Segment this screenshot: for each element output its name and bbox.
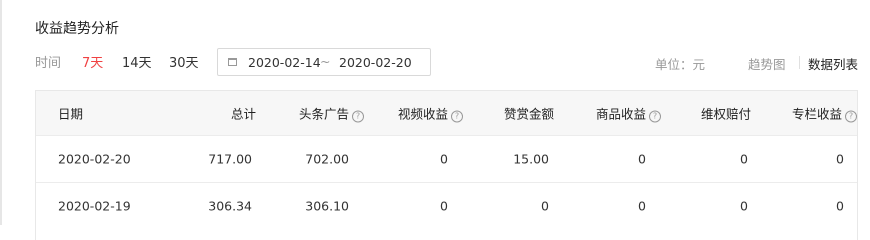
table-row: 2020-02-19 306.34 306.10 0 0 0 0 0 — [36, 182, 857, 229]
cell-date: 2020-02-19 — [58, 198, 131, 214]
help-icon[interactable]: ? — [649, 110, 661, 123]
cell-toutiao-ads: 306.10 — [305, 198, 349, 214]
range-7-days-button[interactable]: 7天 — [82, 52, 103, 71]
cell-tips: 0 — [541, 198, 549, 214]
cell-total: 306.34 — [208, 198, 252, 214]
col-toutiao-ads-label: 头条广告 — [298, 106, 349, 122]
col-goods: 商品收益? — [596, 104, 661, 123]
cell-rights: 0 — [740, 198, 748, 214]
cell-tips: 15.00 — [513, 151, 549, 167]
help-icon[interactable]: ? — [845, 110, 857, 123]
cell-column: 0 — [836, 151, 844, 167]
section-title: 收益趋势分析 — [35, 21, 119, 37]
col-column-label: 专栏收益 — [791, 106, 842, 122]
table-row: 2020-02-20 717.00 702.00 0 15.00 0 0 0 — [36, 135, 857, 182]
range-14-days-button[interactable]: 14天 — [122, 52, 152, 71]
cell-total: 717.00 — [208, 151, 252, 167]
col-column: 专栏收益? — [792, 104, 857, 123]
data-list-tab[interactable]: 数据列表 — [808, 54, 858, 73]
col-toutiao-ads: 头条广告? — [299, 104, 364, 123]
date-range-picker[interactable]: 2020-02-14 ~ 2020-02-20 — [217, 48, 431, 76]
col-video: 视频收益? — [398, 104, 463, 123]
trend-chart-tab[interactable]: 趋势图 — [748, 54, 786, 73]
time-label: 时间 — [35, 56, 62, 71]
table-header: 日期 总计 头条广告? 视频收益? 赞赏金额 商品收益? 维权赔付 专栏收益? — [36, 91, 857, 135]
col-video-label: 视频收益 — [397, 106, 448, 122]
cell-goods: 0 — [638, 198, 646, 214]
cell-video: 0 — [440, 198, 448, 214]
range-30-days-button[interactable]: 30天 — [169, 52, 199, 71]
cell-goods: 0 — [638, 151, 646, 167]
col-date: 日期 — [58, 106, 84, 122]
cell-column: 0 — [836, 198, 844, 214]
cell-toutiao-ads: 702.00 — [305, 151, 349, 167]
cell-date: 2020-02-20 — [58, 151, 131, 167]
col-goods-label: 商品收益 — [595, 106, 646, 122]
col-tips: 赞赏金额 — [503, 106, 554, 122]
cell-video: 0 — [440, 151, 448, 167]
date-separator: ~ — [320, 54, 331, 69]
unit-label: 单位：元 — [655, 57, 706, 72]
help-icon[interactable]: ? — [352, 110, 364, 123]
col-rights: 维权赔付 — [700, 106, 751, 122]
date-end: 2020-02-20 — [339, 55, 412, 70]
date-start: 2020-02-14 — [248, 55, 321, 70]
col-total: 总计 — [230, 106, 256, 122]
help-icon[interactable]: ? — [451, 110, 463, 123]
view-divider — [799, 56, 800, 69]
earnings-table: 日期 总计 头条广告? 视频收益? 赞赏金额 商品收益? 维权赔付 专栏收益? … — [35, 90, 858, 240]
calendar-icon — [228, 58, 237, 66]
page-edge — [0, 0, 2, 225]
cell-rights: 0 — [740, 151, 748, 167]
